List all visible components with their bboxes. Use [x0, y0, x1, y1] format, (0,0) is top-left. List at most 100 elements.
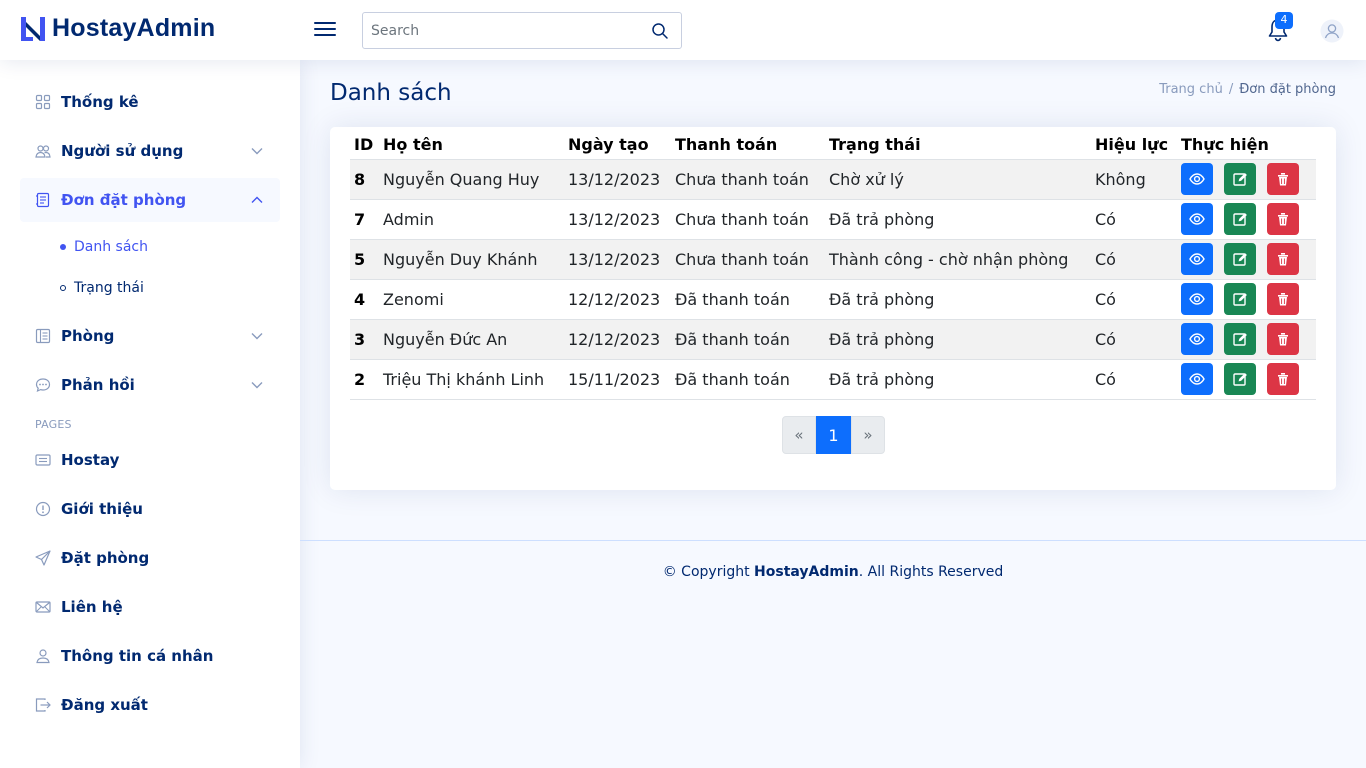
sidebar-subitem-list[interactable]: Danh sách: [60, 239, 148, 255]
edit-button[interactable]: [1224, 363, 1256, 395]
top-header: HostayAdmin 4: [0, 0, 1366, 60]
sidebar-item-dashboard[interactable]: Thống kê: [20, 80, 280, 124]
delete-button[interactable]: [1267, 203, 1299, 235]
search-input[interactable]: [363, 13, 633, 48]
edit-button[interactable]: [1224, 283, 1256, 315]
layout-text-icon: [35, 328, 51, 344]
sidebar-item-profile[interactable]: Thông tin cá nhân: [20, 634, 280, 678]
sidebar-item-rooms[interactable]: Phòng: [20, 314, 280, 358]
eye-icon: [1189, 371, 1205, 387]
cell-id: 2: [350, 359, 379, 400]
chat-dots-icon: [35, 378, 51, 393]
delete-button[interactable]: [1267, 163, 1299, 195]
cell-status: Đã trả phòng: [825, 199, 1091, 240]
cell-payment: Đã thanh toán: [671, 279, 825, 320]
chevron-down-icon: [251, 148, 263, 155]
sidebar-item-hostay[interactable]: Hostay: [20, 438, 280, 482]
cell-actions: [1177, 239, 1316, 280]
grid-icon: [35, 94, 51, 110]
view-button[interactable]: [1181, 203, 1213, 235]
cell-validity: Có: [1091, 199, 1177, 240]
brand-logo[interactable]: HostayAdmin: [20, 14, 215, 43]
sidebar-item-feedback[interactable]: Phản hồi: [20, 363, 280, 407]
view-button[interactable]: [1181, 283, 1213, 315]
delete-button[interactable]: [1267, 243, 1299, 275]
cell-actions: [1177, 319, 1316, 360]
cell-name: Nguyễn Duy Khánh: [379, 239, 564, 280]
person-icon: [36, 649, 50, 664]
bullet-circle-icon: [60, 285, 66, 291]
table-header-row: ID Họ tên Ngày tạo Thanh toán Trạng thái…: [350, 127, 1316, 160]
sidebar-subitem-status[interactable]: Trạng thái: [60, 280, 144, 296]
sidebar-item-book-room[interactable]: Đặt phòng: [20, 536, 280, 580]
bullet-dot-icon: [60, 244, 66, 250]
pagination-prev-button[interactable]: «: [782, 416, 816, 454]
logo-icon: [21, 16, 45, 41]
table-row: 4 Zenomi 12/12/2023 Đã thanh toán Đã trả phò…: [350, 279, 1316, 320]
sidebar-item-label: Liên hệ: [61, 598, 123, 616]
table-row: 3 Nguyễn Đức An 12/12/2023 Đã thanh toán Đã …: [350, 319, 1316, 360]
edit-button[interactable]: [1224, 323, 1256, 355]
edit-icon: [1232, 331, 1248, 347]
pagination-page-1[interactable]: 1: [816, 416, 851, 454]
sidebar-item-label: Giới thiệu: [61, 500, 143, 518]
pages-section-heading: PAGES: [35, 418, 72, 431]
pagination: « 1 »: [782, 416, 885, 454]
cell-payment: Chưa thanh toán: [671, 239, 825, 280]
sidebar-toggle-button[interactable]: [314, 18, 338, 42]
edit-button[interactable]: [1224, 203, 1256, 235]
footer-brand: HostayAdmin: [754, 564, 859, 580]
cell-status: Thành công - chờ nhận phòng: [825, 239, 1091, 280]
box-arrow-right-icon: [35, 698, 51, 712]
user-avatar-icon[interactable]: [1320, 19, 1344, 43]
view-button[interactable]: [1181, 363, 1213, 395]
cell-validity: Có: [1091, 359, 1177, 400]
cell-date: 12/12/2023: [564, 319, 671, 360]
chevron-up-icon: [251, 196, 263, 203]
breadcrumb-home-link[interactable]: Trang chủ: [1159, 82, 1223, 97]
sidebar: Thống kê Người sử dụng Đơn đặt phòng Dan…: [0, 60, 300, 768]
sidebar-item-contact[interactable]: Liên hệ: [20, 585, 280, 629]
delete-button[interactable]: [1267, 283, 1299, 315]
sidebar-item-about[interactable]: Giới thiệu: [20, 487, 280, 531]
journal-icon: [36, 192, 50, 208]
bookings-table: ID Họ tên Ngày tạo Thanh toán Trạng thái…: [350, 127, 1316, 400]
sidebar-item-label: Thống kê: [61, 93, 139, 111]
footer: © Copyright HostayAdmin. All Rights Rese…: [300, 540, 1366, 580]
delete-button[interactable]: [1267, 323, 1299, 355]
sidebar-item-label: Đơn đặt phòng: [61, 191, 187, 209]
view-button[interactable]: [1181, 163, 1213, 195]
cell-name: Zenomi: [379, 279, 564, 320]
cell-id: 8: [350, 159, 379, 200]
search-icon[interactable]: [651, 22, 669, 40]
eye-icon: [1189, 171, 1205, 187]
trash-icon: [1275, 171, 1291, 187]
table-row: 8 Nguyễn Quang Huy 13/12/2023 Chưa thanh to…: [350, 159, 1316, 200]
edit-button[interactable]: [1224, 163, 1256, 195]
trash-icon: [1275, 331, 1291, 347]
footer-copyright-prefix: © Copyright: [662, 564, 755, 580]
cell-date: 13/12/2023: [564, 159, 671, 200]
edit-icon: [1232, 211, 1248, 227]
pagination-next-button[interactable]: »: [851, 416, 885, 454]
delete-button[interactable]: [1267, 363, 1299, 395]
cell-id: 7: [350, 199, 379, 240]
cell-status: Chờ xử lý: [825, 159, 1091, 200]
sidebar-item-users[interactable]: Người sử dụng: [20, 129, 280, 173]
brand-name: HostayAdmin: [52, 14, 216, 42]
column-header-date: Ngày tạo: [564, 127, 671, 160]
view-button[interactable]: [1181, 243, 1213, 275]
cell-date: 13/12/2023: [564, 239, 671, 280]
breadcrumb: Trang chủ / Đơn đặt phòng: [1159, 82, 1336, 97]
page-title: Danh sách: [330, 80, 452, 106]
cell-date: 13/12/2023: [564, 199, 671, 240]
sidebar-item-logout[interactable]: Đăng xuất: [20, 683, 280, 727]
view-button[interactable]: [1181, 323, 1213, 355]
breadcrumb-current: Đơn đặt phòng: [1239, 82, 1336, 97]
sidebar-item-label: Người sử dụng: [61, 142, 184, 160]
sidebar-item-bookings[interactable]: Đơn đặt phòng: [20, 178, 280, 222]
trash-icon: [1275, 251, 1291, 267]
bookings-card: ID Họ tên Ngày tạo Thanh toán Trạng thái…: [330, 127, 1336, 490]
edit-button[interactable]: [1224, 243, 1256, 275]
trash-icon: [1275, 291, 1291, 307]
